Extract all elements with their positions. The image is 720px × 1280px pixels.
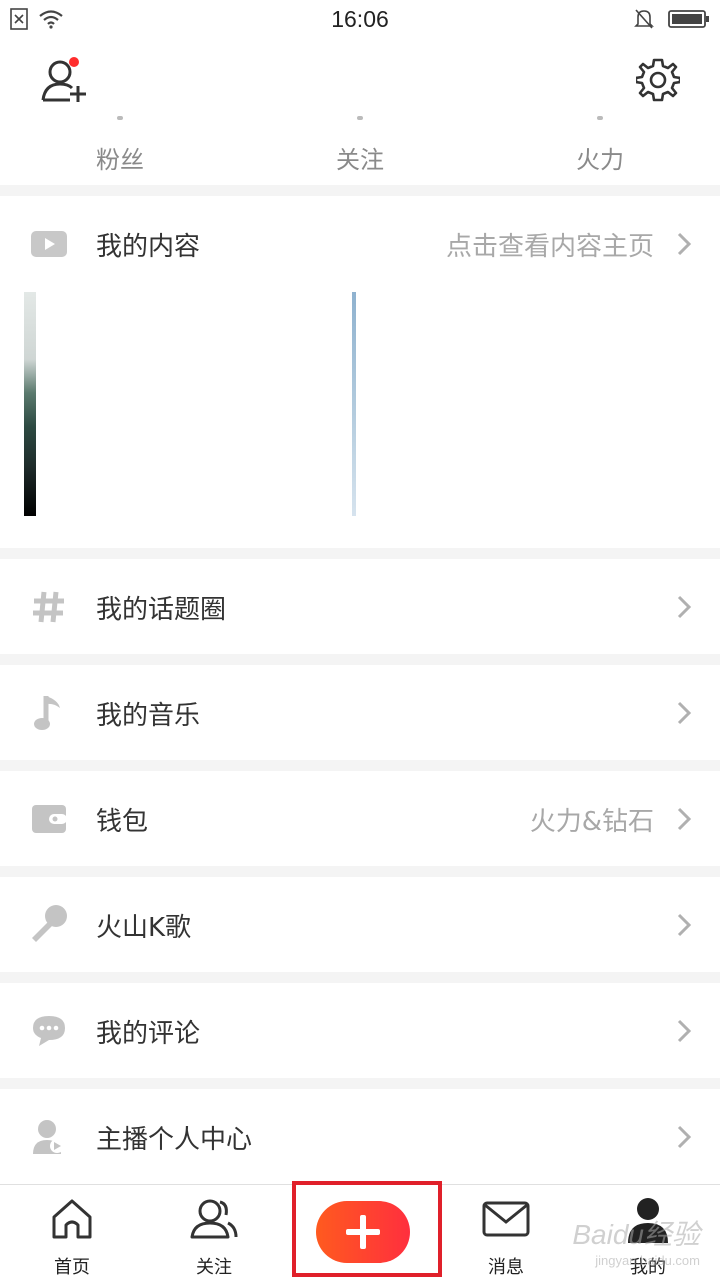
create-post-button[interactable] [316, 1201, 410, 1263]
status-bar: 16:06 [0, 0, 720, 40]
status-right [634, 8, 710, 30]
my-content-card: 我的内容 点击查看内容主页 [0, 196, 720, 548]
menu-item-karaoke[interactable]: 火山K歌 [0, 877, 720, 972]
chevron-right-icon [677, 595, 692, 619]
add-friend-icon [41, 57, 86, 102]
stat-fans[interactable]: 粉丝 [0, 116, 240, 175]
hashtag-icon [28, 586, 70, 628]
tab-label: 消息 [488, 1257, 524, 1278]
profile-stats: 粉丝 关注 火力 [0, 116, 720, 175]
follow-users-icon [190, 1199, 238, 1239]
tab-home[interactable]: 首页 [0, 1185, 144, 1280]
chevron-right-icon [677, 1019, 692, 1043]
profile-header: 粉丝 关注 火力 [0, 40, 720, 185]
menu-item-label: 火山K歌 [96, 912, 192, 943]
menu-item-label: 我的评论 [96, 1018, 201, 1049]
mail-icon [482, 1201, 530, 1237]
stat-label: 粉丝 [96, 146, 144, 174]
content-thumbnails [24, 292, 696, 516]
battery-icon [668, 10, 709, 28]
home-icon [52, 1199, 92, 1239]
video-thumbnail[interactable] [24, 292, 36, 516]
wallet-icon [28, 798, 70, 840]
menu-item-wallet[interactable]: 钱包 火力&钻石 [0, 771, 720, 866]
settings-button[interactable] [634, 58, 682, 102]
music-note-icon [28, 692, 70, 734]
chevron-right-icon [677, 913, 692, 937]
add-friend-button[interactable] [40, 56, 90, 104]
menu-item-label: 主播个人中心 [96, 1124, 253, 1155]
menu-item-hint: 火力&钻石 [529, 806, 654, 837]
watermark-text: Baidu经验 [572, 1219, 700, 1250]
chevron-right-icon [677, 1125, 692, 1149]
anchor-user-icon [28, 1116, 70, 1158]
menu-item-label: 我的音乐 [96, 700, 201, 731]
tab-follow[interactable]: 关注 [142, 1185, 286, 1280]
stat-label: 关注 [336, 146, 384, 174]
tab-label: 关注 [196, 1257, 232, 1278]
chevron-right-icon [677, 701, 692, 725]
bottom-tab-bar: 首页 关注 消息 我的 Baidu经验 jingyan.baidu.com [0, 1181, 720, 1280]
stat-label: 火力 [576, 146, 624, 174]
watermark-subtext: jingyan.baidu.com [595, 1253, 700, 1268]
tab-label: 首页 [54, 1257, 90, 1278]
menu-item-topic-circle[interactable]: 我的话题圈 [0, 559, 720, 654]
status-time: 16:06 [331, 6, 389, 32]
stat-fire-power[interactable]: 火力 [480, 116, 720, 175]
comment-icon [28, 1010, 70, 1052]
microphone-icon [28, 904, 70, 946]
notification-dot [69, 57, 79, 67]
video-thumbnail[interactable] [352, 292, 356, 516]
chevron-right-icon [677, 232, 692, 256]
my-content-label: 我的内容 [96, 231, 201, 262]
watermark: Baidu经验 jingyan.baidu.com [572, 1213, 700, 1268]
menu-item-comments[interactable]: 我的评论 [0, 983, 720, 1078]
gear-icon [634, 58, 682, 102]
tab-messages[interactable]: 消息 [434, 1185, 578, 1280]
menu-item-label: 钱包 [96, 806, 149, 837]
chevron-right-icon [677, 807, 692, 831]
menu-item-music[interactable]: 我的音乐 [0, 665, 720, 760]
my-content-hint: 点击查看内容主页 [445, 231, 654, 262]
stat-following[interactable]: 关注 [240, 116, 480, 175]
menu-item-anchor-center[interactable]: 主播个人中心 [0, 1089, 720, 1184]
my-content-row[interactable]: 我的内容 点击查看内容主页 [0, 196, 720, 292]
highlight-box [292, 1181, 442, 1277]
video-play-icon [28, 223, 70, 265]
silent-bell-icon [634, 9, 654, 29]
menu-item-label: 我的话题圈 [96, 594, 227, 625]
